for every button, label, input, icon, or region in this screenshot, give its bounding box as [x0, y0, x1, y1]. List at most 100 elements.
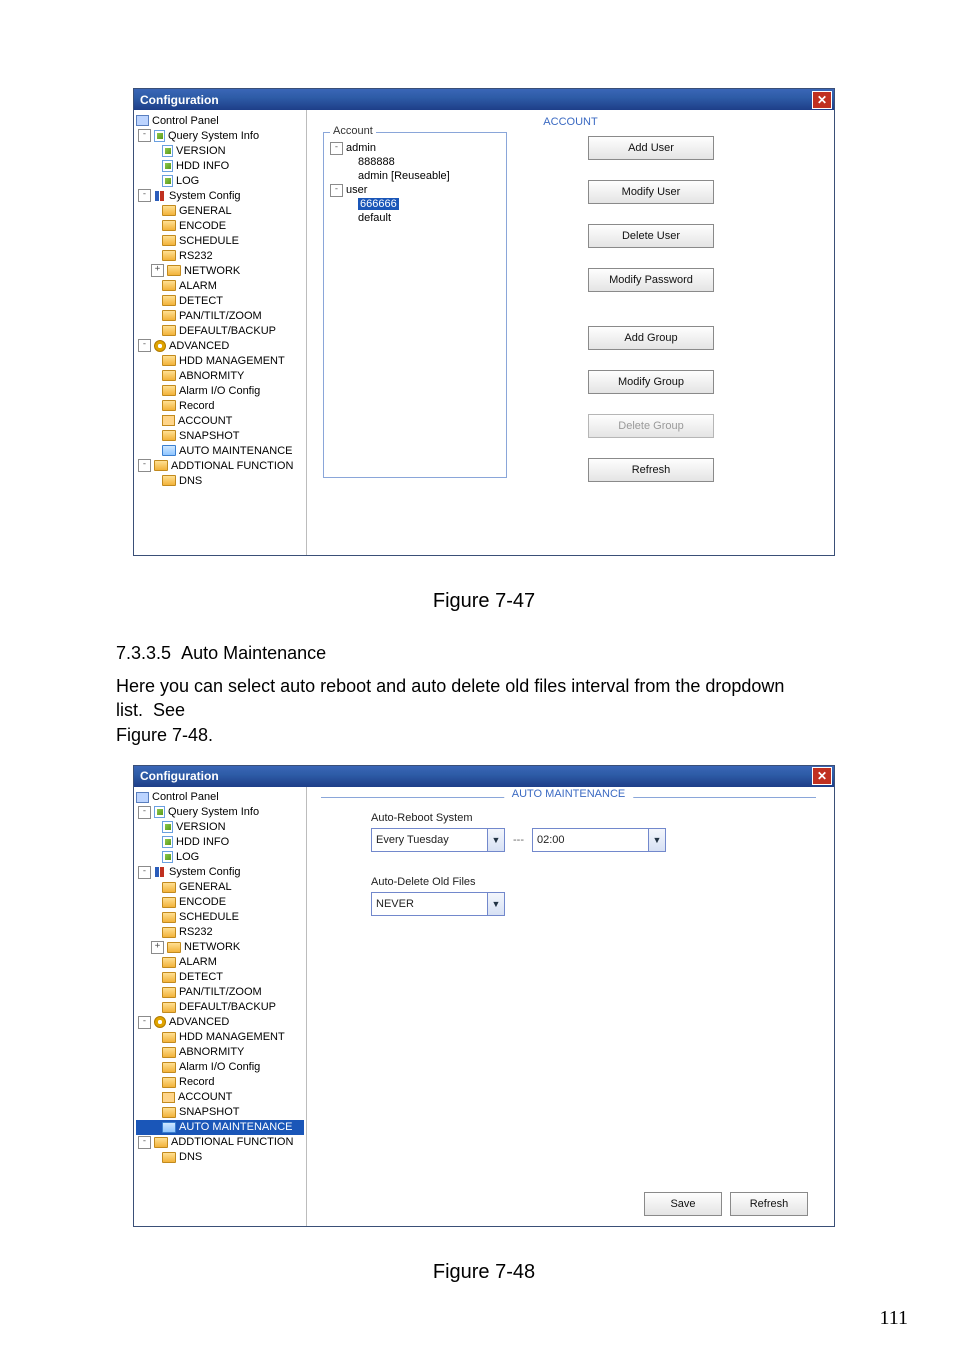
reboot-time-select[interactable]: 02:00 ▼	[532, 828, 666, 852]
user-item[interactable]: 888888	[358, 156, 395, 168]
tree-item[interactable]: NETWORK	[184, 265, 240, 277]
tree-advanced[interactable]: ADVANCED	[169, 340, 229, 352]
auto-delete-value: NEVER	[376, 898, 414, 910]
close-icon[interactable]: ✕	[812, 767, 832, 785]
save-button[interactable]: Save	[644, 1192, 722, 1216]
tree-sysconfig[interactable]: System Config	[169, 866, 241, 878]
add-user-button[interactable]: Add User	[588, 136, 714, 160]
tree-item[interactable]: Alarm I/O Config	[179, 1061, 260, 1073]
tree-item[interactable]: ENCODE	[179, 896, 226, 908]
config-icon	[154, 866, 166, 878]
collapse-icon[interactable]: -	[138, 459, 151, 472]
group-user[interactable]: user	[346, 184, 367, 196]
nav-tree[interactable]: Control Panel - Query System Info VERSION…	[134, 787, 307, 1226]
tree-item[interactable]: LOG	[176, 851, 199, 863]
tree-item[interactable]: HDD INFO	[176, 160, 229, 172]
tree-item[interactable]: VERSION	[176, 145, 226, 157]
collapse-icon[interactable]: -	[138, 1016, 151, 1029]
delete-user-button[interactable]: Delete User	[588, 224, 714, 248]
control-panel-icon	[136, 792, 149, 803]
tree-sysconfig[interactable]: System Config	[169, 190, 241, 202]
tree-item[interactable]: ABNORMITY	[179, 370, 244, 382]
expand-icon[interactable]: +	[151, 941, 164, 954]
refresh-button[interactable]: Refresh	[730, 1192, 808, 1216]
tree-root[interactable]: Control Panel	[152, 791, 219, 803]
tree-item[interactable]: Record	[179, 400, 214, 412]
tree-addfunc[interactable]: ADDTIONAL FUNCTION	[171, 1136, 293, 1148]
account-tree[interactable]: -admin 888888 admin [Reuseable] -user 66…	[330, 141, 500, 225]
modify-group-button[interactable]: Modify Group	[588, 370, 714, 394]
folder-icon	[162, 1107, 176, 1118]
tree-item[interactable]: HDD MANAGEMENT	[179, 355, 285, 367]
tree-item[interactable]: SCHEDULE	[179, 235, 239, 247]
tree-item[interactable]: DETECT	[179, 971, 223, 983]
tree-item[interactable]: HDD INFO	[176, 836, 229, 848]
tree-query[interactable]: Query System Info	[168, 806, 259, 818]
tree-item[interactable]: DNS	[179, 475, 202, 487]
chevron-down-icon: ▼	[648, 829, 665, 851]
collapse-icon[interactable]: -	[138, 339, 151, 352]
tree-item[interactable]: HDD MANAGEMENT	[179, 1031, 285, 1043]
folder-icon	[162, 325, 176, 336]
tree-advanced[interactable]: ADVANCED	[169, 1016, 229, 1028]
tree-item[interactable]: ABNORMITY	[179, 1046, 244, 1058]
reboot-day-select[interactable]: Every Tuesday ▼	[371, 828, 505, 852]
modify-password-button[interactable]: Modify Password	[588, 268, 714, 292]
tree-item[interactable]: SCHEDULE	[179, 911, 239, 923]
user-item[interactable]: admin [Reuseable]	[358, 170, 450, 182]
tree-item[interactable]: Record	[179, 1076, 214, 1088]
collapse-icon[interactable]: -	[138, 866, 151, 879]
tree-item[interactable]: PAN/TILT/ZOOM	[179, 986, 262, 998]
tree-item[interactable]: Alarm I/O Config	[179, 385, 260, 397]
tree-item[interactable]: ALARM	[179, 956, 217, 968]
account-fieldset: Account -admin 888888 admin [Reuseable] …	[323, 132, 507, 478]
tree-item[interactable]: NETWORK	[184, 941, 240, 953]
tree-item[interactable]: PAN/TILT/ZOOM	[179, 310, 262, 322]
user-item[interactable]: default	[358, 212, 391, 224]
tree-item[interactable]: RS232	[179, 926, 213, 938]
collapse-icon[interactable]: -	[330, 142, 343, 155]
nav-tree[interactable]: Control Panel - Query System Info VERSION…	[134, 110, 307, 555]
tree-item[interactable]: GENERAL	[179, 881, 232, 893]
folder-icon	[162, 220, 176, 231]
auto-delete-label: Auto-Delete Old Files	[371, 876, 834, 888]
tree-item[interactable]: DETECT	[179, 295, 223, 307]
group-admin[interactable]: admin	[346, 142, 376, 154]
tree-item[interactable]: ENCODE	[179, 220, 226, 232]
tree-item[interactable]: ACCOUNT	[178, 415, 232, 427]
collapse-icon[interactable]: -	[138, 129, 151, 142]
collapse-icon[interactable]: -	[138, 189, 151, 202]
reboot-time-value: 02:00	[537, 834, 565, 846]
add-group-button[interactable]: Add Group	[588, 326, 714, 350]
tree-root[interactable]: Control Panel	[152, 115, 219, 127]
tree-item[interactable]: SNAPSHOT	[179, 430, 240, 442]
auto-reboot-label: Auto-Reboot System	[371, 812, 834, 824]
tree-item[interactable]: DEFAULT/BACKUP	[179, 325, 276, 337]
tree-item[interactable]: RS232	[179, 250, 213, 262]
folder-icon	[162, 987, 176, 998]
panel-title: AUTO MAINTENANCE	[504, 788, 633, 800]
tree-item[interactable]: ACCOUNT	[178, 1091, 232, 1103]
window-title: Configuration	[140, 93, 219, 107]
tree-query[interactable]: Query System Info	[168, 130, 259, 142]
user-item-selected[interactable]: 666666	[358, 198, 399, 210]
refresh-button[interactable]: Refresh	[588, 458, 714, 482]
tree-addfunc[interactable]: ADDTIONAL FUNCTION	[171, 460, 293, 472]
auto-delete-select[interactable]: NEVER ▼	[371, 892, 505, 916]
tree-item[interactable]: AUTO MAINTENANCE	[179, 445, 292, 457]
folder-icon	[162, 927, 176, 938]
tree-item[interactable]: LOG	[176, 175, 199, 187]
tree-item[interactable]: SNAPSHOT	[179, 1106, 240, 1118]
close-icon[interactable]: ✕	[812, 91, 832, 109]
tree-item[interactable]: GENERAL	[179, 205, 232, 217]
collapse-icon[interactable]: -	[138, 806, 151, 819]
expand-icon[interactable]: +	[151, 264, 164, 277]
tree-item[interactable]: ALARM	[179, 280, 217, 292]
modify-user-button[interactable]: Modify User	[588, 180, 714, 204]
tree-item[interactable]: VERSION	[176, 821, 226, 833]
tree-item[interactable]: DEFAULT/BACKUP	[179, 1001, 276, 1013]
tree-item-selected[interactable]: AUTO MAINTENANCE	[179, 1121, 292, 1133]
collapse-icon[interactable]: -	[330, 184, 343, 197]
tree-item[interactable]: DNS	[179, 1151, 202, 1163]
collapse-icon[interactable]: -	[138, 1136, 151, 1149]
